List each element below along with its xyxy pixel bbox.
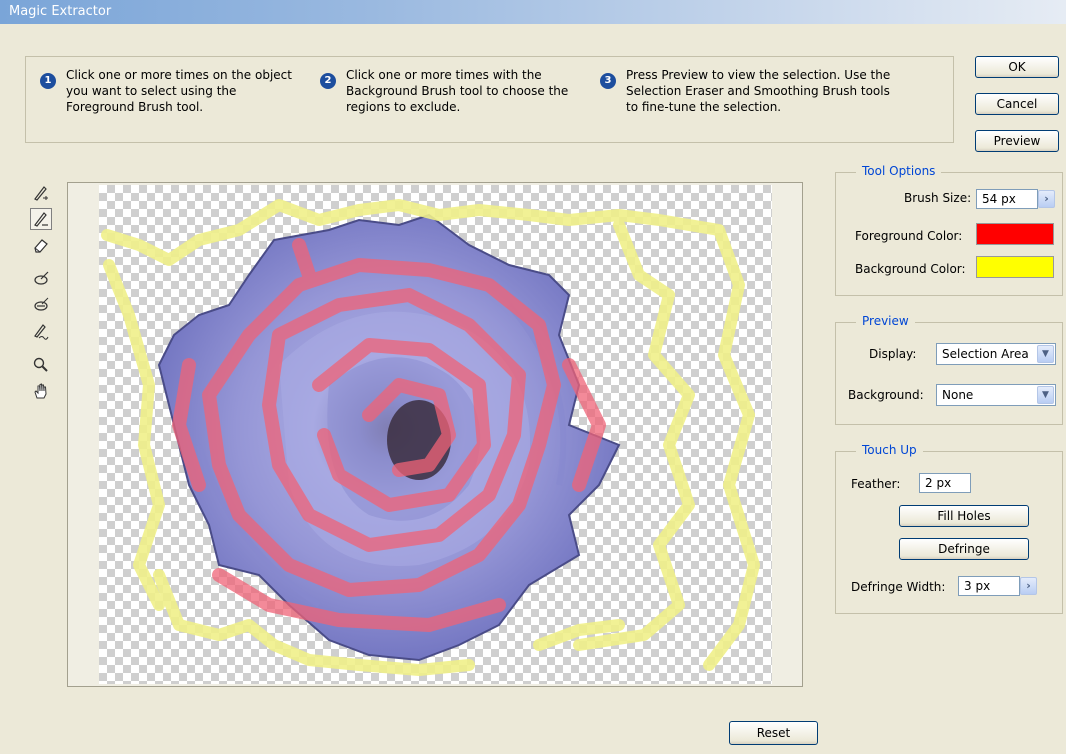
hand-icon[interactable] [30,380,52,402]
remove-from-selection-icon[interactable] [30,294,52,316]
window-title: Magic Extractor [9,4,112,19]
image-canvas-frame [67,182,803,687]
step-text: Press Preview to view the selection. Use… [626,68,891,114]
background-color-swatch[interactable] [976,256,1054,278]
preview-title: Preview [856,314,915,328]
step-number-badge: 2 [320,73,336,89]
defringe-button[interactable]: Defringe [899,538,1029,560]
background-color-label: Background Color: [855,262,966,276]
rose-image [101,199,760,676]
ok-button[interactable]: OK [975,56,1059,78]
step-number-badge: 1 [40,73,56,89]
background-select[interactable]: None ▼ [936,384,1056,406]
preview-button[interactable]: Preview [975,130,1059,152]
foreground-color-label: Foreground Color: [855,229,963,243]
point-eraser-icon[interactable] [30,234,52,256]
fill-holes-button[interactable]: Fill Holes [899,505,1029,527]
display-select[interactable]: Selection Area ▼ [936,343,1056,365]
touch-up-panel: Touch Up Feather: 2 px Fill Holes Defrin… [835,443,1063,614]
background-brush-icon[interactable] [30,208,52,230]
step-number-badge: 3 [600,73,616,89]
title-bar: Magic Extractor [0,0,1066,24]
tool-options-panel: Tool Options Brush Size: 54 px › Foregro… [835,164,1063,296]
background-label: Background: [848,388,924,402]
preview-panel: Preview Display: Selection Area ▼ Backgr… [835,314,1063,425]
defringe-width-arrow-icon[interactable]: › [1020,577,1037,595]
display-select-value: Selection Area [942,347,1029,361]
add-to-selection-icon[interactable] [30,268,52,290]
image-canvas[interactable] [99,185,772,684]
cancel-button[interactable]: Cancel [975,93,1059,115]
feather-label: Feather: [851,477,901,491]
brush-size-field[interactable]: 54 px [976,189,1038,209]
tool-options-title: Tool Options [856,164,942,178]
reset-button[interactable]: Reset [729,721,818,745]
touch-up-title: Touch Up [856,443,923,457]
background-select-value: None [942,388,974,402]
instructions-panel: 1 Click one or more times on the object … [25,56,954,143]
defringe-width-field[interactable]: 3 px [958,576,1020,596]
chevron-down-icon[interactable]: ▼ [1037,345,1054,363]
defringe-width-label: Defringe Width: [851,580,946,594]
brush-size-label: Brush Size: [904,191,972,205]
display-label: Display: [869,347,917,361]
foreground-brush-icon[interactable] [30,182,52,204]
zoom-icon[interactable] [30,354,52,376]
step-text: Click one or more times on the object yo… [66,68,292,114]
smoothing-brush-icon[interactable] [30,320,52,342]
foreground-color-swatch[interactable] [976,223,1054,245]
step-text: Click one or more times with the Backgro… [346,68,569,114]
brush-size-arrow-icon[interactable]: › [1038,190,1055,208]
chevron-down-icon[interactable]: ▼ [1037,386,1054,404]
feather-field[interactable]: 2 px [919,473,971,493]
